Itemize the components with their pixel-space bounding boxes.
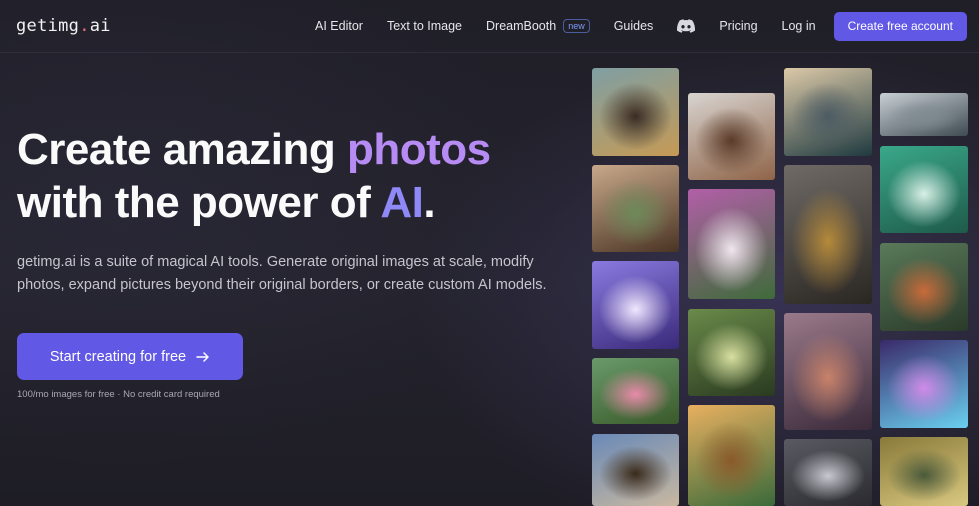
gallery-image-cloudscape [880, 93, 968, 136]
top-navbar: getimg. ai AI Editor Text to Image DreamB… [0, 0, 979, 53]
gallery-image-cabin-bedroom-window [592, 165, 679, 252]
gallery-image-koi-pond [880, 243, 968, 331]
gallery-image-neon-hamster [880, 340, 968, 428]
nav-link-pricing[interactable]: Pricing [719, 19, 757, 33]
gallery-image-pink-roses-garden [592, 358, 679, 424]
nav-link-dreambooth[interactable]: DreamBooth new [486, 19, 590, 33]
logo-text: getimg [16, 16, 80, 36]
gallery-image-fairy-woman-flowers [688, 189, 775, 299]
nav-link-login[interactable]: Log in [782, 19, 816, 33]
logo-dot: . [79, 16, 90, 36]
hero-section: Create amazing photos with the power of … [17, 123, 577, 400]
nav-link-ai-editor[interactable]: AI Editor [315, 19, 363, 33]
hero-title-end: . [423, 178, 436, 227]
hero-title: Create amazing photos with the power of … [17, 123, 577, 229]
hero-title-highlight-ai: AI [380, 178, 424, 227]
gallery-image-man-in-coat-portrait [592, 68, 679, 156]
gallery-image-soldier-on-horse [592, 434, 679, 506]
free-images-note: 100/mo images for free · No credit card … [17, 389, 220, 400]
gallery-image-white-sneaker [784, 439, 872, 506]
gallery-image-ornate-gold-mask [880, 437, 968, 506]
arrow-right-icon [196, 351, 209, 362]
hero-title-highlight-photos: photos [346, 125, 491, 174]
gallery-image-golden-skull-sculpture [784, 165, 872, 304]
gallery-image-mayan-pyramid [688, 405, 775, 506]
nav-link-dreambooth-label: DreamBooth [486, 19, 557, 33]
start-creating-button[interactable]: Start creating for free [17, 333, 243, 380]
new-badge: new [563, 19, 590, 33]
create-free-account-button[interactable]: Create free account [833, 11, 967, 41]
gallery-image-curly-hair-man-portrait [688, 93, 775, 180]
discord-link[interactable] [677, 19, 696, 33]
nav-link-text-to-image[interactable]: Text to Image [387, 19, 462, 33]
hero-description: getimg.ai is a suite of magical AI tools… [17, 254, 547, 293]
gallery-image-stormy-sea-painting [784, 68, 872, 156]
logo-tld: ai [89, 16, 111, 36]
gallery-image-sunlit-forest [688, 309, 775, 396]
gallery-image-green-hair-anime-girl [880, 146, 968, 233]
gallery-image-cosmic-cat [592, 261, 679, 349]
start-creating-button-label: Start creating for free [49, 348, 187, 365]
nav-link-guides[interactable]: Guides [614, 19, 654, 33]
gallery-image-mushroom-forest [784, 313, 872, 430]
hero-title-part1: Create amazing [17, 125, 347, 174]
hero-title-part2: with the power of [17, 178, 381, 227]
logo[interactable]: getimg. ai [16, 16, 111, 36]
discord-icon [677, 19, 696, 33]
nav-links: AI Editor Text to Image DreamBooth new G… [315, 0, 967, 52]
